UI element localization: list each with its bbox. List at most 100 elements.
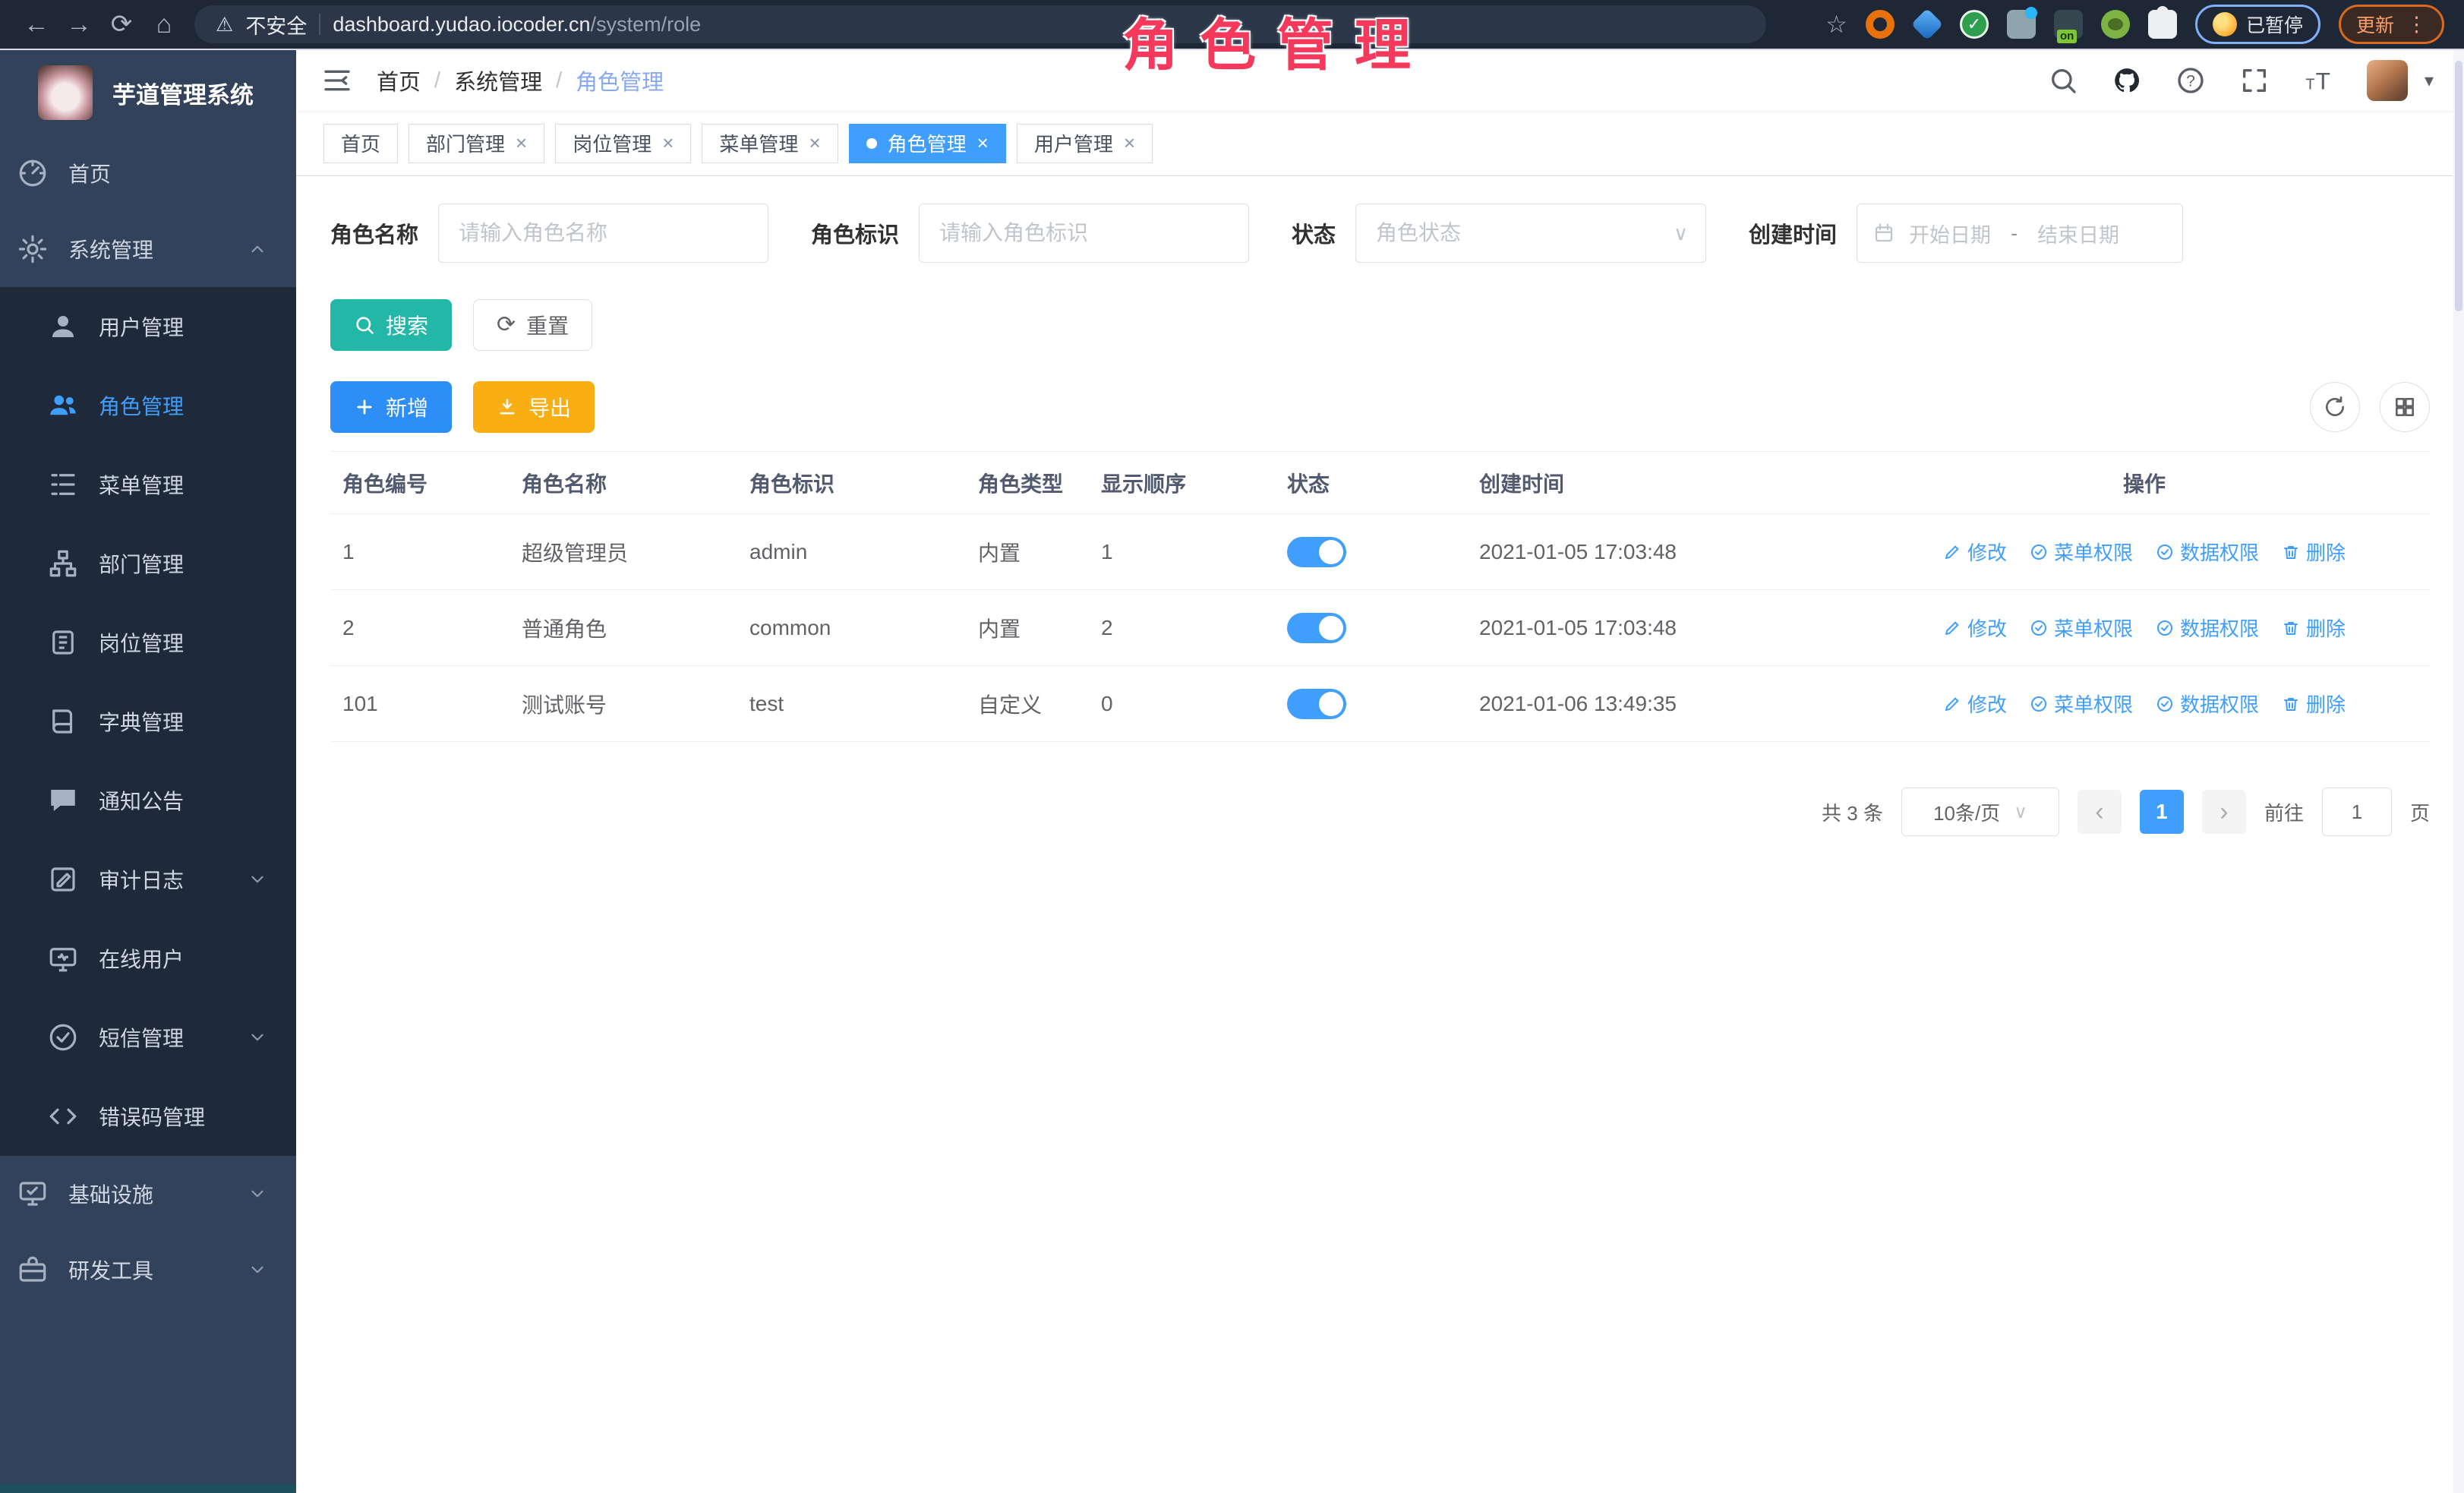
page-scrollbar[interactable] (2453, 50, 2464, 1493)
next-page-button[interactable]: › (2202, 790, 2246, 834)
status-select[interactable]: ∨ (1355, 204, 1706, 263)
breadcrumb-system[interactable]: 系统管理 (454, 65, 542, 96)
current-page-button[interactable]: 1 (2140, 790, 2184, 834)
close-icon[interactable]: × (809, 131, 820, 155)
status-select-input[interactable] (1355, 204, 1706, 263)
edit-link[interactable]: 修改 (1943, 538, 2007, 566)
sidebar-item-error-codes[interactable]: 错误码管理 (0, 1077, 296, 1156)
check-circle-icon (2156, 619, 2174, 637)
close-icon[interactable]: × (1124, 131, 1135, 155)
search-icon[interactable] (2048, 65, 2078, 96)
edit-link[interactable]: 修改 (1943, 690, 2007, 718)
refresh-button[interactable] (2310, 382, 2360, 432)
tab-label: 菜单管理 (719, 129, 798, 157)
github-icon[interactable] (2112, 65, 2142, 96)
check-circle-icon (2030, 619, 2048, 637)
font-size-icon[interactable]: TT (2303, 65, 2333, 96)
browser-home-icon[interactable]: ⌂ (143, 2, 185, 47)
status-toggle[interactable] (1287, 689, 1346, 719)
breadcrumb-home[interactable]: 首页 (377, 65, 421, 96)
operations-cell: 修改 菜单权限 数据权限 删除 (1859, 690, 2430, 718)
prev-page-button[interactable]: ‹ (2078, 790, 2122, 834)
check-circle-icon (2156, 543, 2174, 561)
role-key-input[interactable] (919, 204, 1249, 263)
delete-link[interactable]: 删除 (2282, 538, 2346, 566)
sidebar-item-online-users[interactable]: 在线用户 (0, 919, 296, 998)
tab-menus[interactable]: 菜单管理 × (702, 124, 838, 163)
address-bar[interactable]: ⚠ 不安全 dashboard.yudao.iocoder.cn/system/… (194, 5, 1766, 43)
header-role-id: 角色编号 (330, 468, 510, 498)
tab-users[interactable]: 用户管理 × (1017, 124, 1153, 163)
browser-reload-icon[interactable]: ⟳ (100, 2, 143, 47)
status-toggle[interactable] (1287, 537, 1346, 567)
sidebar-item-dev-tools[interactable]: 研发工具 (0, 1232, 296, 1308)
sidebar-item-menus[interactable]: 菜单管理 (0, 445, 296, 524)
delete-link[interactable]: 删除 (2282, 614, 2346, 642)
app-logo-row[interactable]: 芋道管理系统 (0, 50, 296, 135)
sidebar-item-sms[interactable]: 短信管理 (0, 998, 296, 1077)
avatar-caret-icon[interactable]: ▾ (2425, 70, 2434, 92)
sidebar-item-users[interactable]: 用户管理 (0, 287, 296, 366)
sidebar-item-audit-log[interactable]: 审计日志 (0, 840, 296, 919)
browser-back-icon[interactable]: ← (15, 2, 58, 47)
browser-forward-icon[interactable]: → (58, 2, 100, 47)
profile-paused-button[interactable]: 已暂停 (2195, 5, 2320, 44)
close-icon[interactable]: × (516, 131, 527, 155)
data-permission-link[interactable]: 数据权限 (2156, 690, 2259, 718)
bookmark-star-icon[interactable]: ☆ (1825, 10, 1847, 39)
tab-departments[interactable]: 部门管理 × (409, 124, 544, 163)
browser-menu-icon[interactable]: ⋮ (2406, 13, 2427, 36)
extension-icon-gem[interactable] (1913, 10, 1942, 39)
fullscreen-icon[interactable] (2239, 65, 2270, 96)
sidebar-item-label: 部门管理 (99, 548, 184, 579)
tab-home[interactable]: 首页 (323, 124, 398, 163)
tab-label: 用户管理 (1034, 129, 1113, 157)
plus-icon (354, 396, 375, 418)
add-button[interactable]: 新增 (330, 381, 452, 433)
scrollbar-thumb[interactable] (2455, 61, 2462, 311)
search-button[interactable]: 搜索 (330, 299, 452, 351)
sidebar-item-dictionary[interactable]: 字典管理 (0, 682, 296, 761)
sidebar-item-announcements[interactable]: 通知公告 (0, 761, 296, 840)
sidebar-item-home[interactable]: 首页 (0, 135, 296, 211)
header-sort: 显示顺序 (1089, 468, 1275, 498)
sidebar-item-roles[interactable]: 角色管理 (0, 366, 296, 445)
tab-posts[interactable]: 岗位管理 × (555, 124, 691, 163)
data-permission-link[interactable]: 数据权限 (2156, 614, 2259, 642)
menu-permission-link[interactable]: 菜单权限 (2030, 538, 2133, 566)
goto-page-input[interactable] (2322, 788, 2392, 836)
sidebar-item-departments[interactable]: 部门管理 (0, 524, 296, 603)
status-toggle[interactable] (1287, 613, 1346, 643)
menu-permission-link[interactable]: 菜单权限 (2030, 690, 2133, 718)
close-icon[interactable]: × (977, 131, 989, 155)
sidebar-item-infrastructure[interactable]: 基础设施 (0, 1156, 296, 1232)
close-icon[interactable]: × (662, 131, 674, 155)
extension-icon-monkey[interactable] (2101, 10, 2130, 39)
hamburger-icon[interactable] (322, 65, 352, 96)
extension-icon-orange[interactable] (1866, 10, 1895, 39)
extensions-puzzle-icon[interactable] (2148, 10, 2177, 39)
browser-update-button[interactable]: 更新 ⋮ (2339, 5, 2444, 44)
page-size-select[interactable]: 10条/页 ∨ (1901, 788, 2059, 836)
sidebar-item-posts[interactable]: 岗位管理 (0, 603, 296, 682)
data-permission-link[interactable]: 数据权限 (2156, 538, 2259, 566)
tab-roles[interactable]: 角色管理 × (849, 124, 1006, 163)
extension-icon-drops[interactable] (2007, 10, 2036, 39)
header-role-type: 角色类型 (966, 468, 1089, 498)
export-button[interactable]: 导出 (473, 381, 595, 433)
column-settings-button[interactable] (2380, 382, 2430, 432)
extension-icon-check[interactable]: ✓ (1960, 10, 1989, 39)
edit-link[interactable]: 修改 (1943, 614, 2007, 642)
extension-icon-switch[interactable] (2054, 10, 2083, 39)
role-name-input[interactable] (438, 204, 768, 263)
code-icon (47, 1100, 79, 1132)
toggle-knob-icon (1319, 692, 1343, 716)
help-icon[interactable]: ? (2175, 65, 2206, 96)
menu-permission-link[interactable]: 菜单权限 (2030, 614, 2133, 642)
operations-cell: 修改 菜单权限 数据权限 删除 (1859, 538, 2430, 566)
delete-link[interactable]: 删除 (2282, 690, 2346, 718)
sidebar-item-system[interactable]: 系统管理 (0, 211, 296, 287)
user-avatar[interactable] (2367, 60, 2408, 101)
date-range-picker[interactable]: 开始日期 - 结束日期 (1857, 204, 2183, 263)
reset-button[interactable]: ⟳ 重置 (473, 299, 592, 351)
